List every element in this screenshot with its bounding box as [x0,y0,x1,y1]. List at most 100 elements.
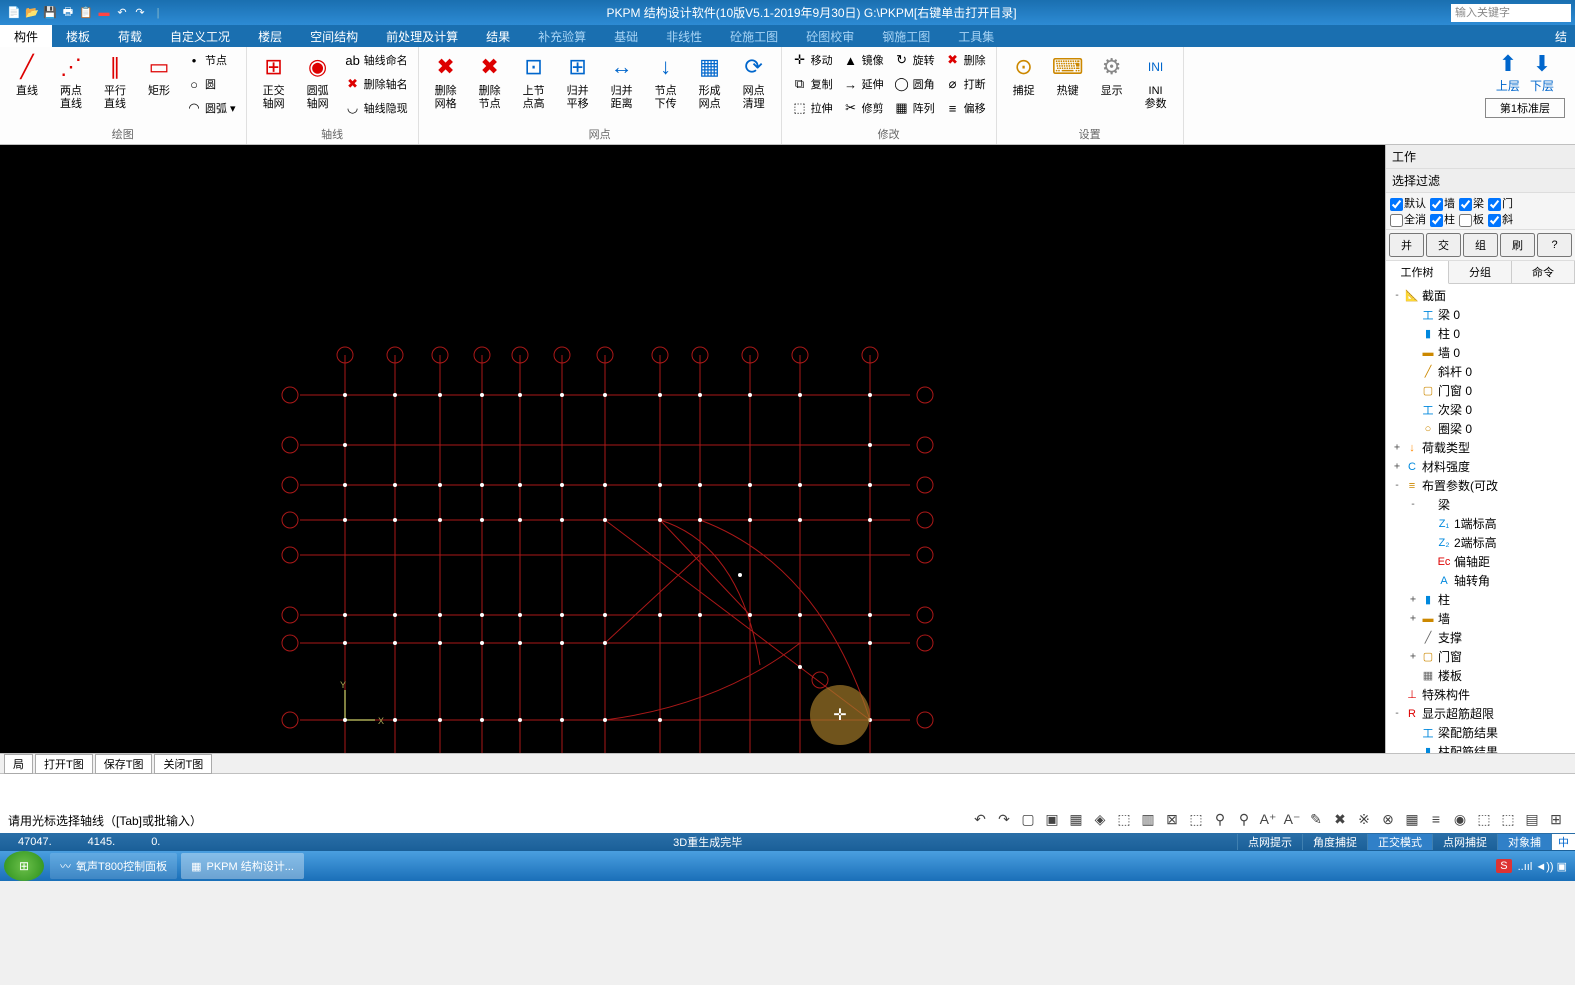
snap-button[interactable]: ⊙捕捉 [1003,49,1045,100]
axis-arc-button[interactable]: ◉圆弧轴网 [297,49,339,113]
tree-node[interactable]: ▮柱配筋结果 [1388,742,1573,753]
tree-node[interactable]: Z₂2端标高 [1388,533,1573,552]
work-tree[interactable]: -📐截面工梁 0▮柱 0▬墙 0╱斜杆 0▢门窗 0工次梁 0○圈梁 0+↓荷载… [1386,284,1575,753]
menu-tab-load[interactable]: 荷载 [104,25,156,47]
btab-close[interactable]: 关闭T图 [154,754,212,774]
menu-tab-tools[interactable]: 工具集 [944,25,1008,47]
tree-expander[interactable]: + [1392,442,1402,453]
qat-open-icon[interactable]: 📂 [24,5,40,21]
tree-node[interactable]: +C材料强度 [1388,457,1573,476]
cmd-tool-12[interactable]: A⁺ [1257,809,1279,829]
del-node-button[interactable]: ✖删除节点 [469,49,511,113]
break-button[interactable]: ⌀打断 [941,73,990,95]
hotkey-button[interactable]: ⌨热键 [1047,49,1089,100]
menu-tab-nonlinear[interactable]: 非线性 [652,25,716,47]
filter-union-button[interactable]: 并 [1389,233,1424,257]
tree-node[interactable]: ╱支撑 [1388,628,1573,647]
tree-node[interactable]: ▮柱 0 [1388,324,1573,343]
draw-circle-button[interactable]: ○圆 [182,73,240,95]
current-floor-select[interactable]: 第1标准层 [1485,98,1565,118]
clean-nodes-button[interactable]: ⟳网点清理 [733,49,775,113]
tree-expander[interactable]: - [1392,290,1402,301]
cmd-tool-10[interactable]: ⚲ [1209,809,1231,829]
btab-layout[interactable]: 局 [4,754,33,774]
search-input[interactable]: 输入关键字 [1451,4,1571,22]
merge-dist-button[interactable]: ↔归并距离 [601,49,643,113]
draw-line-button[interactable]: ╱直线 [6,49,48,100]
filter-柱[interactable]: 柱 [1430,214,1455,226]
tree-node[interactable]: ○圈梁 0 [1388,419,1573,438]
start-button[interactable]: ⊞ [4,851,44,881]
cmd-tool-23[interactable]: ▤ [1521,809,1543,829]
cmd-tool-17[interactable]: ⊗ [1377,809,1399,829]
menu-tab-slab[interactable]: 楼板 [52,25,104,47]
node-down-button[interactable]: ↓节点下传 [645,49,687,113]
menu-tab-result[interactable]: 结果 [472,25,524,47]
cmd-tool-19[interactable]: ≡ [1425,809,1447,829]
tree-node[interactable]: ▦楼板 [1388,666,1573,685]
qat-save-icon[interactable]: 💾 [42,5,58,21]
filter-斜[interactable]: 斜 [1488,214,1513,226]
cmd-tool-16[interactable]: ※ [1353,809,1375,829]
copy-button[interactable]: ⧉复制 [788,73,837,95]
snap-object[interactable]: 对象捕 [1497,834,1551,850]
merge-move-button[interactable]: ⊞归并平移 [557,49,599,113]
tab-command[interactable]: 命令 [1512,261,1575,283]
draw-rect-button[interactable]: ▭矩形 [138,49,180,100]
tree-node[interactable]: Ec偏轴距 [1388,552,1573,571]
cmd-tool-6[interactable]: ⬚ [1113,809,1135,829]
menu-tab-concrete-check[interactable]: 砼图校审 [792,25,868,47]
axis-ortho-button[interactable]: ⊞正交轴网 [253,49,295,113]
qat-print-icon[interactable]: 🖶 [60,5,76,21]
stretch-button[interactable]: ⬚拉伸 [788,97,837,119]
mirror-button[interactable]: ▲镜像 [839,49,888,71]
cmd-tool-1[interactable]: ↷ [993,809,1015,829]
menu-tab-space[interactable]: 空间结构 [296,25,372,47]
qat-undo-icon[interactable]: ↶ [114,5,130,21]
tree-expander[interactable]: + [1392,461,1402,472]
tree-expander[interactable]: - [1392,480,1402,491]
qat-copy-icon[interactable]: 📋 [78,5,94,21]
ime-indicator[interactable]: 中 [1551,834,1575,850]
menu-tab-floor[interactable]: 楼层 [244,25,296,47]
tree-expander[interactable]: + [1408,613,1418,624]
taskbar-item-t800[interactable]: 〰氧声T800控制面板 [50,853,177,879]
floor-down-button[interactable]: ⬇下层 [1530,51,1554,94]
display-button[interactable]: ⚙显示 [1091,49,1133,100]
tab-group[interactable]: 分组 [1449,261,1512,283]
tree-node[interactable]: A轴转角 [1388,571,1573,590]
ini-button[interactable]: INIINI参数 [1135,49,1177,113]
snap-grid[interactable]: 点网捕捉 [1432,834,1497,850]
tree-node[interactable]: ▬墙 0 [1388,343,1573,362]
trim-button[interactable]: ✂修剪 [839,97,888,119]
tree-node[interactable]: -R显示超筋超限 [1388,704,1573,723]
cmd-tool-22[interactable]: ⬚ [1497,809,1519,829]
axis-hide-button[interactable]: ◡轴线隐现 [341,97,412,119]
menu-tab-supplementary[interactable]: 补充验算 [524,25,600,47]
tree-node[interactable]: ⊥特殊构件 [1388,685,1573,704]
tree-node[interactable]: -≡布置参数(可改 [1388,476,1573,495]
offset-button[interactable]: ≡偏移 [941,97,990,119]
tree-expander[interactable]: + [1408,651,1418,662]
tree-expander[interactable]: - [1408,499,1418,510]
tree-node[interactable]: ╱斜杆 0 [1388,362,1573,381]
cmd-tool-13[interactable]: A⁻ [1281,809,1303,829]
cmd-tool-3[interactable]: ▣ [1041,809,1063,829]
delete-button[interactable]: ✖删除 [941,49,990,71]
filter-墙[interactable]: 墙 [1430,198,1455,210]
btab-save[interactable]: 保存T图 [95,754,153,774]
fillet-button[interactable]: ◯圆角 [890,73,939,95]
cmd-tool-9[interactable]: ⬚ [1185,809,1207,829]
filter-group-button[interactable]: 组 [1463,233,1498,257]
btab-open[interactable]: 打开T图 [35,754,93,774]
tree-expander[interactable]: + [1408,594,1418,605]
cmd-tool-20[interactable]: ◉ [1449,809,1471,829]
filter-全消[interactable]: 全消 [1390,214,1426,226]
tree-node[interactable]: -梁 [1388,495,1573,514]
filter-help-button[interactable]: ? [1537,233,1572,257]
array-button[interactable]: ▦阵列 [890,97,939,119]
snap-point-hint[interactable]: 点网提示 [1237,834,1302,850]
cmd-tool-11[interactable]: ⚲ [1233,809,1255,829]
floor-up-button[interactable]: ⬆上层 [1496,51,1520,94]
qat-delete-icon[interactable]: ▬ [96,5,112,21]
